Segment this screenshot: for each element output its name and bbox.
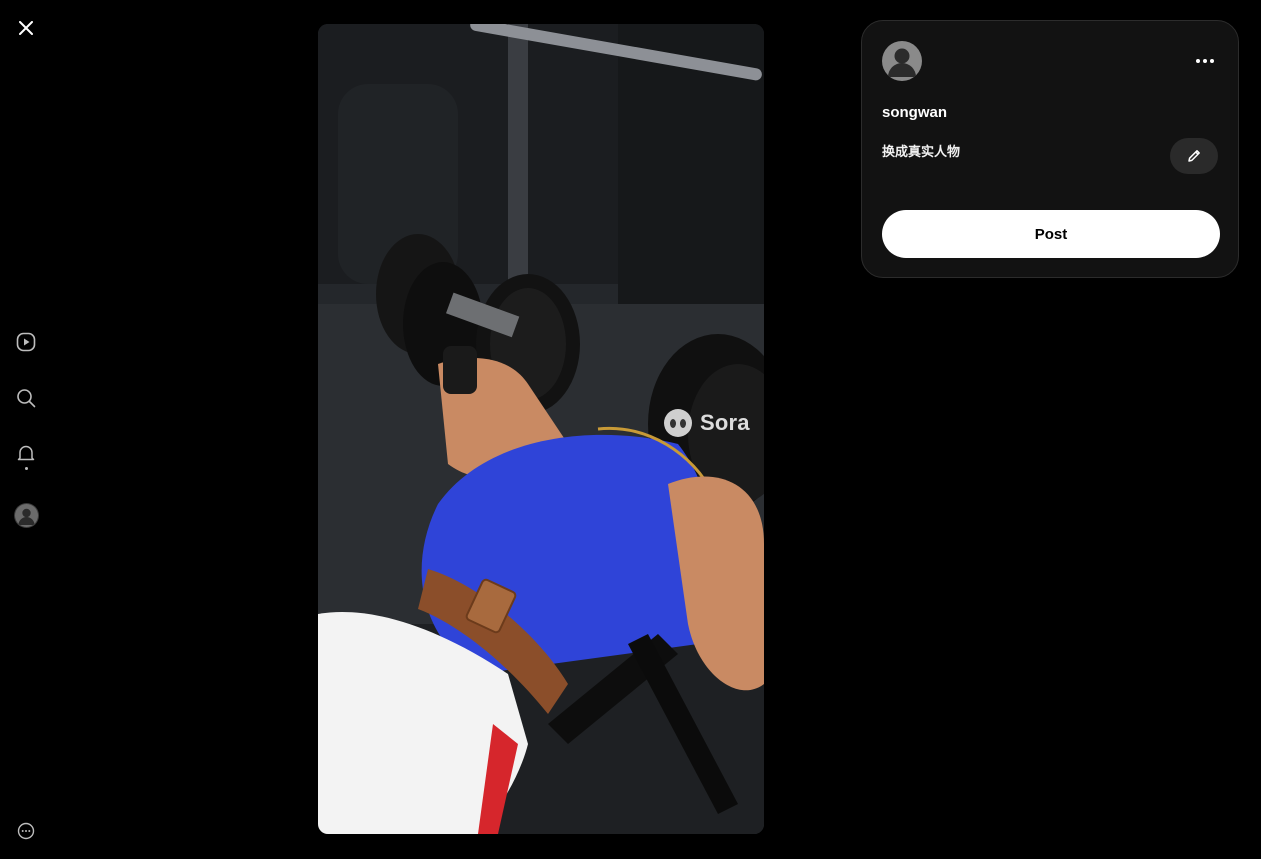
nav-search-button[interactable] xyxy=(14,386,38,410)
nav-profile-avatar[interactable] xyxy=(15,504,38,527)
avatar xyxy=(18,508,35,525)
prompt-caption: 换成真实人物 xyxy=(882,144,961,159)
more-options-button[interactable] xyxy=(1190,51,1220,71)
nav-notifications-button[interactable] xyxy=(14,442,38,466)
close-button[interactable] xyxy=(14,16,38,40)
video-player[interactable]: Sora xyxy=(318,24,764,834)
ellipsis-icon xyxy=(1196,59,1200,63)
watermark: Sora xyxy=(664,409,750,437)
nav-more-button[interactable] xyxy=(14,819,38,843)
notification-dot xyxy=(25,467,28,470)
page: Sora songwan 换成真实人物 Post xyxy=(0,0,1261,859)
username[interactable]: songwan xyxy=(882,104,947,121)
post-card: songwan 换成真实人物 Post xyxy=(861,20,1239,278)
edit-button[interactable] xyxy=(1170,138,1218,174)
watermark-text: Sora xyxy=(700,410,750,435)
play-icon xyxy=(16,332,36,352)
sora-logo-icon xyxy=(664,409,692,437)
more-circle-icon xyxy=(17,822,35,840)
search-icon xyxy=(17,389,36,408)
post-button[interactable]: Post xyxy=(882,210,1220,258)
user-icon xyxy=(888,48,916,77)
nav-feed-button[interactable] xyxy=(14,330,38,354)
bell-icon xyxy=(17,445,35,461)
author-avatar[interactable] xyxy=(882,41,922,81)
pencil-icon xyxy=(1188,150,1200,162)
close-icon xyxy=(19,21,33,35)
